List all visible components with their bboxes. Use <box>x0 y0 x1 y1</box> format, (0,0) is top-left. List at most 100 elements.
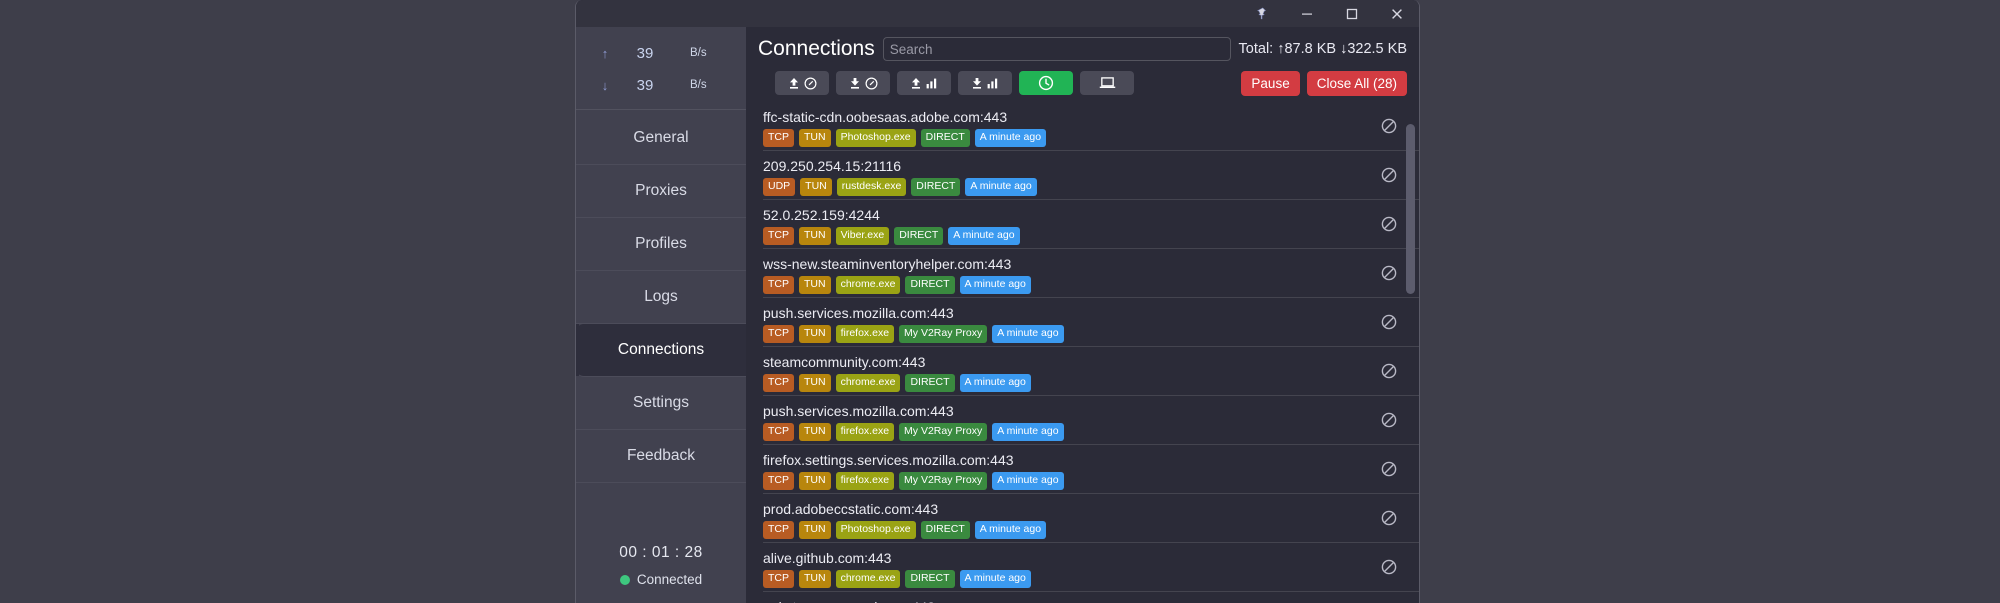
total-traffic-label: Total: ↑87.8 KB ↓322.5 KB <box>1238 41 1407 57</box>
stack-badge: TUN <box>799 325 831 343</box>
close-connection-button[interactable] <box>1369 265 1409 281</box>
connections-list[interactable]: ffc-static-cdn.oobesaas.adobe.com:443 TC… <box>763 102 1419 603</box>
sort-download-total-button[interactable] <box>958 71 1012 95</box>
download-speed-value: 39 <box>636 76 654 94</box>
status-dot-icon <box>619 574 630 585</box>
rule-badge: My V2Ray Proxy <box>899 423 988 441</box>
sort-download-speed-button[interactable] <box>836 71 890 95</box>
download-speed-unit: B/s <box>690 79 707 91</box>
connection-status-label: Connected <box>636 572 703 587</box>
table-row[interactable]: push.services.mozilla.com:443 TCP TUN fi… <box>763 396 1419 445</box>
close-connection-button[interactable] <box>1369 314 1409 330</box>
connection-info: steamcommunity.com:443 TCP TUN chrome.ex… <box>763 350 1369 392</box>
connection-tags: TCP TUN firefox.exe My V2Ray Proxy A min… <box>763 472 1369 490</box>
table-row[interactable]: ffc-static-cdn.oobesaas.adobe.com:443 TC… <box>763 102 1419 151</box>
table-row[interactable]: alive.github.com:443 TCP TUN chrome.exe … <box>763 543 1419 592</box>
stack-badge: TUN <box>799 374 831 392</box>
download-speed-icon <box>849 77 861 90</box>
close-connection-button[interactable] <box>1369 167 1409 183</box>
protocol-badge: UDP <box>763 178 796 196</box>
device-icon <box>1099 76 1116 90</box>
pause-button[interactable]: Pause <box>1241 70 1300 96</box>
sidebar-item-connections[interactable]: Connections <box>576 324 746 377</box>
maximize-button[interactable] <box>1329 0 1374 27</box>
connection-tags: TCP TUN Photoshop.exe DIRECT A minute ag… <box>763 129 1369 147</box>
connection-info: prod.adobeccstatic.com:443 TCP TUN Photo… <box>763 497 1369 539</box>
main-panel: Connections Total: ↑87.8 KB ↓322.5 KB <box>746 27 1419 603</box>
connection-host: alive.github.com:443 <box>763 550 892 567</box>
sidebar-item-label: Feedback <box>626 447 696 464</box>
sort-host-button[interactable] <box>1080 71 1134 95</box>
connection-tags: TCP TUN Photoshop.exe DIRECT A minute ag… <box>763 521 1369 539</box>
close-connection-button[interactable] <box>1369 559 1409 575</box>
block-icon <box>1381 167 1397 183</box>
scrollbar-thumb[interactable] <box>1406 124 1415 294</box>
sidebar-item-logs[interactable]: Logs <box>576 271 746 324</box>
close-connection-button[interactable] <box>1369 363 1409 379</box>
rule-badge: DIRECT <box>911 178 961 196</box>
close-all-button[interactable]: Close All (28) <box>1306 70 1407 96</box>
rule-badge: DIRECT <box>905 374 955 392</box>
stack-badge: TUN <box>799 227 831 245</box>
process-badge: rustdesk.exe <box>836 178 907 196</box>
close-connection-button[interactable] <box>1369 118 1409 134</box>
sort-upload-speed-button[interactable] <box>775 71 829 95</box>
sort-upload-total-button[interactable] <box>897 71 951 95</box>
clock-icon <box>1038 75 1054 91</box>
block-icon <box>1381 216 1397 232</box>
bar-chart-icon <box>987 77 999 89</box>
bar-chart-icon <box>926 77 938 89</box>
minimize-button[interactable] <box>1284 0 1329 27</box>
search-input[interactable] <box>882 37 1231 61</box>
connection-tags: UDP TUN rustdesk.exe DIRECT A minute ago <box>763 178 1369 196</box>
sidebar-item-profiles[interactable]: Profiles <box>576 218 746 271</box>
list-scrollbar[interactable] <box>1406 102 1415 603</box>
gauge-icon <box>804 77 817 90</box>
rule-badge: My V2Ray Proxy <box>899 472 988 490</box>
table-row[interactable]: wss-new.steaminventoryhelper.com:443 TCP… <box>763 249 1419 298</box>
table-row[interactable]: prod.adobeccstatic.com:443 TCP TUN Photo… <box>763 494 1419 543</box>
connection-tags: TCP TUN firefox.exe My V2Ray Proxy A min… <box>763 423 1369 441</box>
sidebar-item-settings[interactable]: Settings <box>576 377 746 430</box>
sidebar-item-feedback[interactable]: Feedback <box>576 430 746 483</box>
sort-time-button[interactable] <box>1019 71 1073 95</box>
block-icon <box>1381 461 1397 477</box>
protocol-badge: TCP <box>763 570 794 588</box>
protocol-badge: TCP <box>763 227 794 245</box>
connection-host: 52.0.252.159:4244 <box>763 207 880 224</box>
table-row[interactable]: firefox.settings.services.mozilla.com:44… <box>763 445 1419 494</box>
process-badge: firefox.exe <box>835 423 895 441</box>
process-badge: Viber.exe <box>835 227 890 245</box>
table-row[interactable]: push.services.mozilla.com:443 TCP TUN fi… <box>763 298 1419 347</box>
upload-speed-icon <box>788 77 800 90</box>
stack-badge: TUN <box>799 129 831 147</box>
table-row[interactable]: 52.0.252.159:4244 TCP TUN Viber.exe DIRE… <box>763 200 1419 249</box>
connection-tags: TCP TUN chrome.exe DIRECT A minute ago <box>763 570 1369 588</box>
time-badge: A minute ago <box>959 374 1031 392</box>
table-row[interactable]: steamcommunity.com:443 TCP TUN chrome.ex… <box>763 347 1419 396</box>
close-connection-button[interactable] <box>1369 216 1409 232</box>
close-connection-button[interactable] <box>1369 412 1409 428</box>
protocol-badge: TCP <box>763 325 794 343</box>
table-row[interactable]: api.steampowered.com:443 TCP TUN chrome.… <box>763 592 1419 603</box>
sidebar-nav: General Proxies Profiles Logs Connection… <box>576 110 746 530</box>
connection-info: push.services.mozilla.com:443 TCP TUN fi… <box>763 301 1369 343</box>
close-connection-button[interactable] <box>1369 510 1409 526</box>
connection-tags: TCP TUN chrome.exe DIRECT A minute ago <box>763 276 1369 294</box>
sidebar-item-label: Proxies <box>635 182 687 199</box>
time-badge: A minute ago <box>992 472 1064 490</box>
toolbar-area: Connections Total: ↑87.8 KB ↓322.5 KB <box>746 27 1419 102</box>
protocol-badge: TCP <box>763 374 794 392</box>
close-button[interactable] <box>1374 0 1419 27</box>
pin-button[interactable] <box>1239 0 1284 27</box>
process-badge: chrome.exe <box>835 374 901 392</box>
header-row: Connections Total: ↑87.8 KB ↓322.5 KB <box>758 34 1407 64</box>
stack-badge: TUN <box>799 521 831 539</box>
close-connection-button[interactable] <box>1369 461 1409 477</box>
toolbar-row: Pause Close All (28) <box>758 64 1407 102</box>
sidebar-item-proxies[interactable]: Proxies <box>576 165 746 218</box>
table-row[interactable]: 209.250.254.15:21116 UDP TUN rustdesk.ex… <box>763 151 1419 200</box>
protocol-badge: TCP <box>763 129 794 147</box>
process-badge: Photoshop.exe <box>835 129 916 147</box>
sidebar-item-general[interactable]: General <box>576 112 746 165</box>
